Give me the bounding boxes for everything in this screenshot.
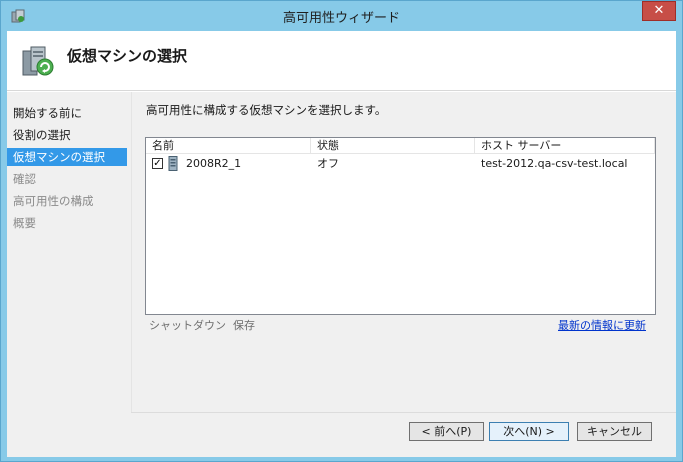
column-header-state[interactable]: 状態 (311, 138, 475, 154)
vm-host-server: test-2012.qa-csv-test.local (481, 157, 628, 170)
vm-name: 2008R2_1 (186, 157, 242, 170)
virtual-machine-icon (168, 156, 178, 171)
column-header-host-server[interactable]: ホスト サーバー (475, 138, 655, 154)
column-header-name[interactable]: 名前 (146, 138, 311, 154)
nav-step-configure-ha: 高可用性の構成 (13, 194, 94, 208)
save-action: 保存 (233, 319, 255, 332)
close-button[interactable]: ✕ (642, 1, 676, 21)
nav-step-select-role[interactable]: 役割の選択 (7, 126, 127, 144)
table-row[interactable]: ✓ 2008R2_1 オフ test-2012.qa-csv-test.loca… (146, 155, 655, 172)
vm-state: オフ (317, 157, 339, 170)
instruction-text: 高可用性に構成する仮想マシンを選択します。 (146, 103, 387, 117)
footer-divider (131, 412, 676, 413)
window-title: 高可用性ウィザード (282, 11, 400, 26)
main-content: 高可用性に構成する仮想マシンを選択します。 名前 状態 ホスト サーバー ✓ 2… (131, 92, 676, 412)
nav-step-select-vm[interactable]: 仮想マシンの選択 (7, 148, 127, 166)
vm-actions: シャットダウン 保存 最新の情報に更新 (145, 317, 656, 335)
page-title: 仮想マシンの選択 (67, 47, 188, 65)
cancel-button[interactable]: キャンセル (577, 422, 652, 441)
wizard-window: 高可用性ウィザード ✕ 仮想マシンの選択 開始する前に 役割の選択 仮想マシンの… (0, 0, 683, 462)
title-bar[interactable]: 高可用性ウィザード ✕ (1, 1, 682, 31)
vm-select-checkbox[interactable]: ✓ (152, 158, 163, 169)
wizard-client-area: 仮想マシンの選択 開始する前に 役割の選択 仮想マシンの選択 確認 高可用性の構… (7, 31, 676, 457)
vm-list[interactable]: 名前 状態 ホスト サーバー ✓ 2008R2_1 オフ test-2012.q… (145, 137, 656, 315)
wizard-step-nav: 開始する前に 役割の選択 仮想マシンの選択 確認 高可用性の構成 概要 (7, 92, 131, 457)
wizard-header: 仮想マシンの選択 (7, 31, 676, 91)
back-button[interactable]: < 前へ(P) (409, 422, 484, 441)
refresh-link[interactable]: 最新の情報に更新 (558, 317, 646, 335)
server-network-icon (22, 46, 54, 76)
shutdown-action: シャットダウン (149, 319, 226, 332)
vm-list-header: 名前 状態 ホスト サーバー (146, 138, 655, 154)
next-button[interactable]: 次へ(N) > (489, 422, 569, 441)
nav-step-before-you-begin[interactable]: 開始する前に (7, 104, 127, 122)
nav-step-summary: 概要 (13, 216, 36, 230)
nav-step-confirmation: 確認 (13, 172, 36, 186)
wizard-body: 開始する前に 役割の選択 仮想マシンの選択 確認 高可用性の構成 概要 高可用性… (7, 92, 676, 457)
